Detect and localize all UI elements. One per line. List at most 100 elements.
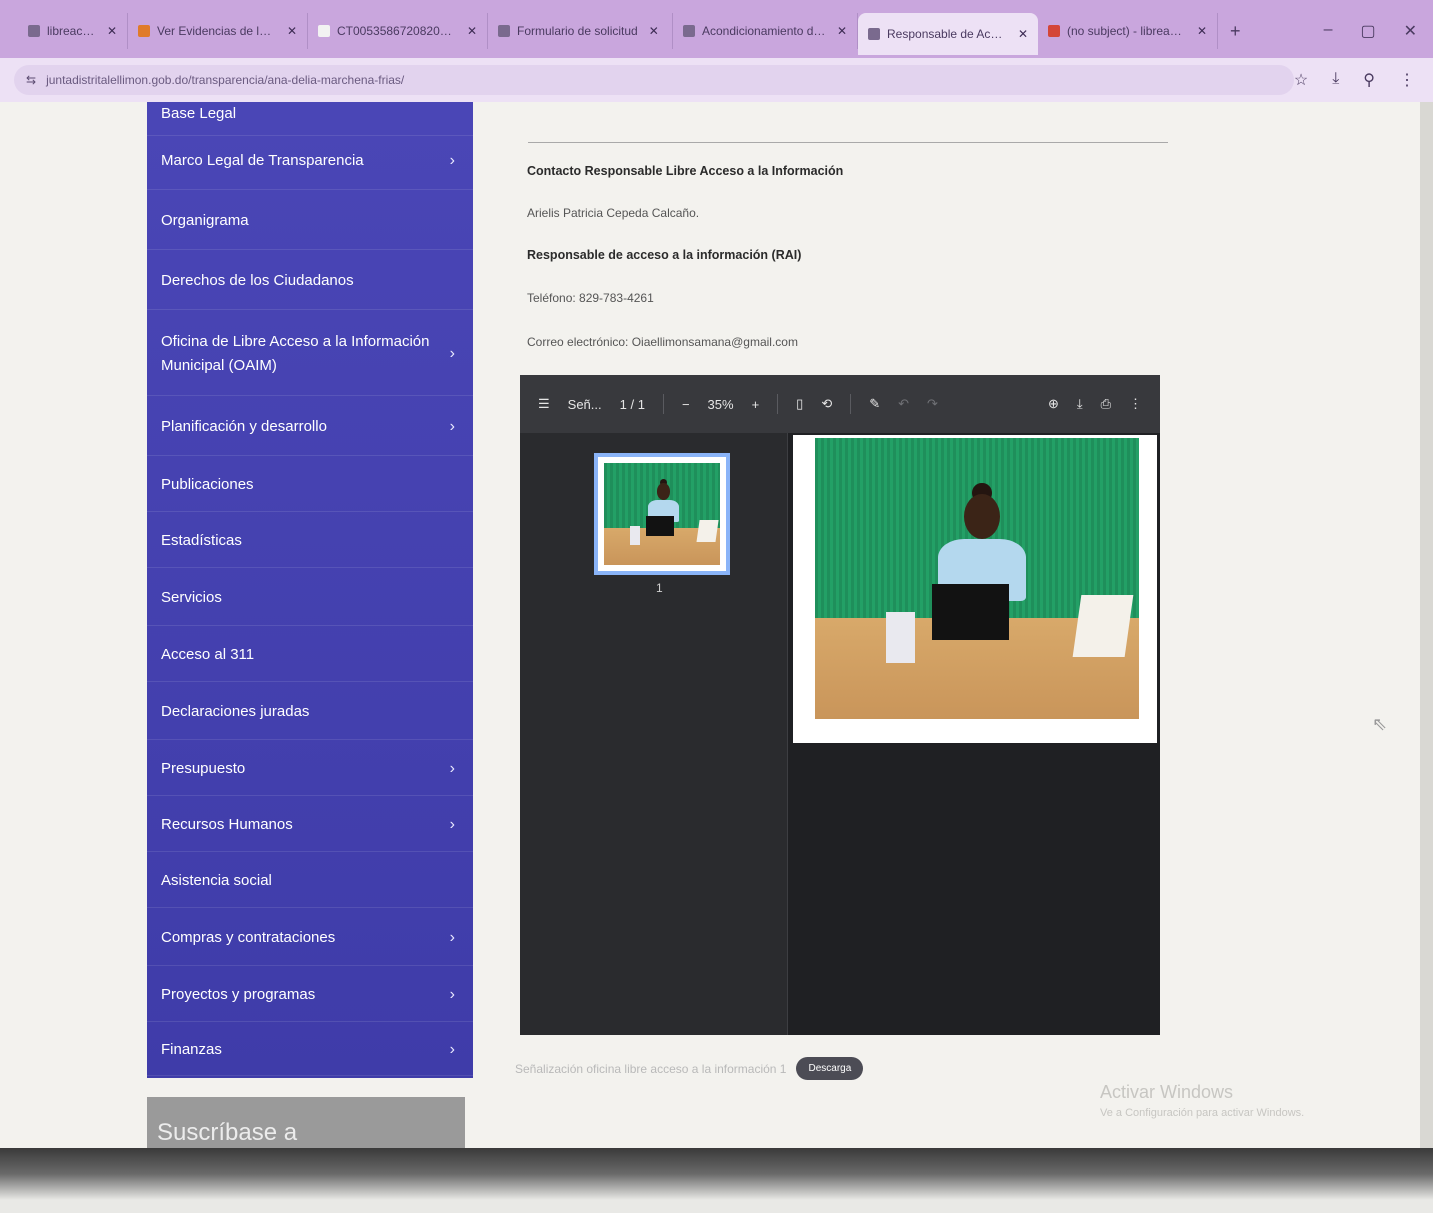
print-icon[interactable]: ⎙: [1101, 396, 1111, 412]
sidebar-nav: Base Legal Marco Legal de Transparencia ›…: [147, 102, 473, 1078]
sidebar-item[interactable]: Oficina de Libre Acceso a la Información…: [147, 312, 473, 396]
annotate-icon[interactable]: ✎: [869, 396, 880, 412]
browser-tab[interactable]: Ver Evidencias de los Hit ✕: [128, 13, 308, 49]
sidebar-item[interactable]: Asistencia social: [147, 854, 473, 908]
sidebar-item[interactable]: Compras y contrataciones ›: [147, 910, 473, 966]
window-controls: – ▢ ✕: [1324, 21, 1423, 41]
url-field[interactable]: ⇆ juntadistritalellimon.gob.do/transpare…: [14, 65, 1294, 95]
tab-title: Ver Evidencias de los Hit: [157, 24, 276, 38]
chevron-right-icon[interactable]: ›: [450, 1041, 459, 1059]
page-indicator: 1 / 1: [619, 396, 645, 412]
chevron-right-icon[interactable]: ›: [450, 929, 459, 947]
browser-tab[interactable]: Formulario de solicitud ✕: [488, 13, 673, 49]
section-divider: [528, 142, 1168, 143]
tab-favicon-icon: [683, 25, 695, 37]
tab-favicon-icon: [318, 25, 330, 37]
contact-phone: Teléfono: 829-783-4261: [527, 291, 654, 305]
sidebar-item[interactable]: Declaraciones juradas: [147, 684, 473, 740]
minimize-button[interactable]: –: [1324, 21, 1333, 41]
sidebar-item[interactable]: Servicios: [147, 570, 473, 626]
office-photo: [815, 438, 1139, 719]
downloads-icon[interactable]: ⤓: [1332, 70, 1339, 90]
tab-favicon-icon: [138, 25, 150, 37]
sidebar-item-label: Oficina de Libre Acceso a la Información…: [161, 332, 430, 374]
subscribe-box: Suscríbase a: [147, 1097, 465, 1150]
chevron-right-icon[interactable]: ›: [450, 152, 459, 170]
sidebar-item[interactable]: Acceso al 311: [147, 628, 473, 682]
sidebar-item[interactable]: Organigrama: [147, 192, 473, 250]
chevron-right-icon[interactable]: ›: [450, 986, 459, 1004]
rotate-icon[interactable]: ⟲: [821, 396, 832, 412]
contact-email[interactable]: Correo electrónico: Oiaellimonsamana@gma…: [527, 335, 798, 349]
fit-page-icon[interactable]: ▯: [796, 396, 803, 412]
sidebar-item-label: Planificación y desarrollo: [161, 417, 327, 435]
zoom-level[interactable]: 35%: [708, 397, 734, 412]
sidebar-item[interactable]: Planificación y desarrollo ›: [147, 398, 473, 456]
pdf-thumbnail-panel: 1: [520, 433, 788, 1035]
sidebar-item-label: Organigrama: [161, 211, 249, 229]
new-tab-button[interactable]: +: [1218, 21, 1253, 42]
sidebar-item-label: Presupuesto: [161, 759, 246, 777]
sidebar-item-label: Servicios: [161, 588, 222, 606]
pdf-toolbar: ☰ Señ... 1 / 1 − 35% + ▯ ⟲ ✎ ↶ ↷ ⊕ ⤓ ⎙ ⋮: [520, 375, 1160, 433]
zoom-out-button[interactable]: −: [682, 397, 690, 412]
sidebar-item-label: Derechos de los Ciudadanos: [161, 271, 354, 289]
close-window-button[interactable]: ✕: [1404, 21, 1417, 41]
chevron-right-icon[interactable]: ›: [450, 418, 459, 436]
sidebar-item-label: Acceso al 311: [161, 645, 255, 663]
undo-icon[interactable]: ↶: [898, 396, 909, 412]
browser-tab[interactable]: (no subject) - libreacces ✕: [1038, 13, 1218, 49]
chevron-right-icon[interactable]: ›: [450, 345, 459, 363]
redo-icon[interactable]: ↷: [927, 396, 938, 412]
sidebar-item[interactable]: Recursos Humanos ›: [147, 798, 473, 852]
sidebar-item[interactable]: Marco Legal de Transparencia ›: [147, 132, 473, 190]
browser-tab[interactable]: CT005358672082033-1 ✕: [308, 13, 488, 49]
page-total: 1: [637, 396, 645, 412]
tab-close-icon[interactable]: ✕: [1197, 24, 1207, 38]
tab-title: libreaccesoa: [47, 24, 96, 38]
sidebar-item[interactable]: Estadísticas: [147, 514, 473, 568]
add-text-icon[interactable]: ⊕: [1048, 396, 1059, 412]
more-options-icon[interactable]: ⋮: [1129, 396, 1142, 412]
pdf-download-icon[interactable]: ⤓: [1077, 396, 1083, 412]
mouse-cursor-icon: ⇖: [1372, 714, 1388, 734]
tab-close-icon[interactable]: ✕: [107, 24, 117, 38]
tab-title: (no subject) - libreacces: [1067, 24, 1186, 38]
sidebar-item-label: Base Legal: [161, 105, 237, 122]
tab-close-icon[interactable]: ✕: [837, 24, 847, 38]
subscribe-title: Suscríbase a: [157, 1119, 298, 1146]
download-row: Señalización oficina libre acceso a la i…: [515, 1057, 864, 1080]
browser-menu-icon[interactable]: ⋮: [1399, 70, 1415, 90]
zoom-in-button[interactable]: +: [752, 397, 760, 412]
browser-tab[interactable]: libreaccesoa ✕: [18, 13, 128, 49]
tab-close-icon[interactable]: ✕: [1018, 27, 1028, 41]
toolbar-separator: [850, 394, 852, 414]
sidebar-item[interactable]: Finanzas ›: [147, 1024, 473, 1076]
chevron-right-icon[interactable]: ›: [450, 760, 459, 778]
sidebar-item-label: Estadísticas: [161, 531, 242, 549]
extensions-icon[interactable]: ⚲: [1363, 70, 1375, 90]
browser-tab-active[interactable]: Responsable de Acceso a ✕: [858, 13, 1038, 55]
tab-title: Responsable de Acceso a: [887, 27, 1007, 41]
sidebar-item-base-legal[interactable]: Base Legal: [147, 102, 473, 136]
browser-tab[interactable]: Acondicionamiento de la ✕: [673, 13, 858, 49]
restore-button[interactable]: ▢: [1360, 21, 1375, 41]
sidebar-item[interactable]: Derechos de los Ciudadanos: [147, 252, 473, 310]
page-thumbnail[interactable]: [594, 453, 730, 575]
monitor-bezel: [0, 1148, 1433, 1213]
sidebar-item-label: Marco Legal de Transparencia: [161, 151, 364, 169]
chevron-right-icon[interactable]: ›: [450, 816, 459, 834]
tab-close-icon[interactable]: ✕: [649, 24, 659, 38]
sidebar-item[interactable]: Presupuesto ›: [147, 742, 473, 796]
tab-title: Formulario de solicitud: [517, 24, 638, 38]
sidebar-toggle-icon[interactable]: ☰: [538, 396, 550, 412]
sidebar-item-label: Declaraciones juradas: [161, 702, 310, 720]
tab-close-icon[interactable]: ✕: [287, 24, 297, 38]
site-settings-icon[interactable]: ⇆: [26, 73, 36, 87]
tab-close-icon[interactable]: ✕: [467, 24, 477, 38]
sidebar-item[interactable]: Publicaciones: [147, 458, 473, 512]
sidebar-item[interactable]: Proyectos y programas ›: [147, 968, 473, 1022]
descarga-button[interactable]: Descarga: [796, 1057, 864, 1080]
page-current[interactable]: 1: [620, 397, 627, 412]
bookmark-star-icon[interactable]: ☆: [1294, 70, 1308, 90]
